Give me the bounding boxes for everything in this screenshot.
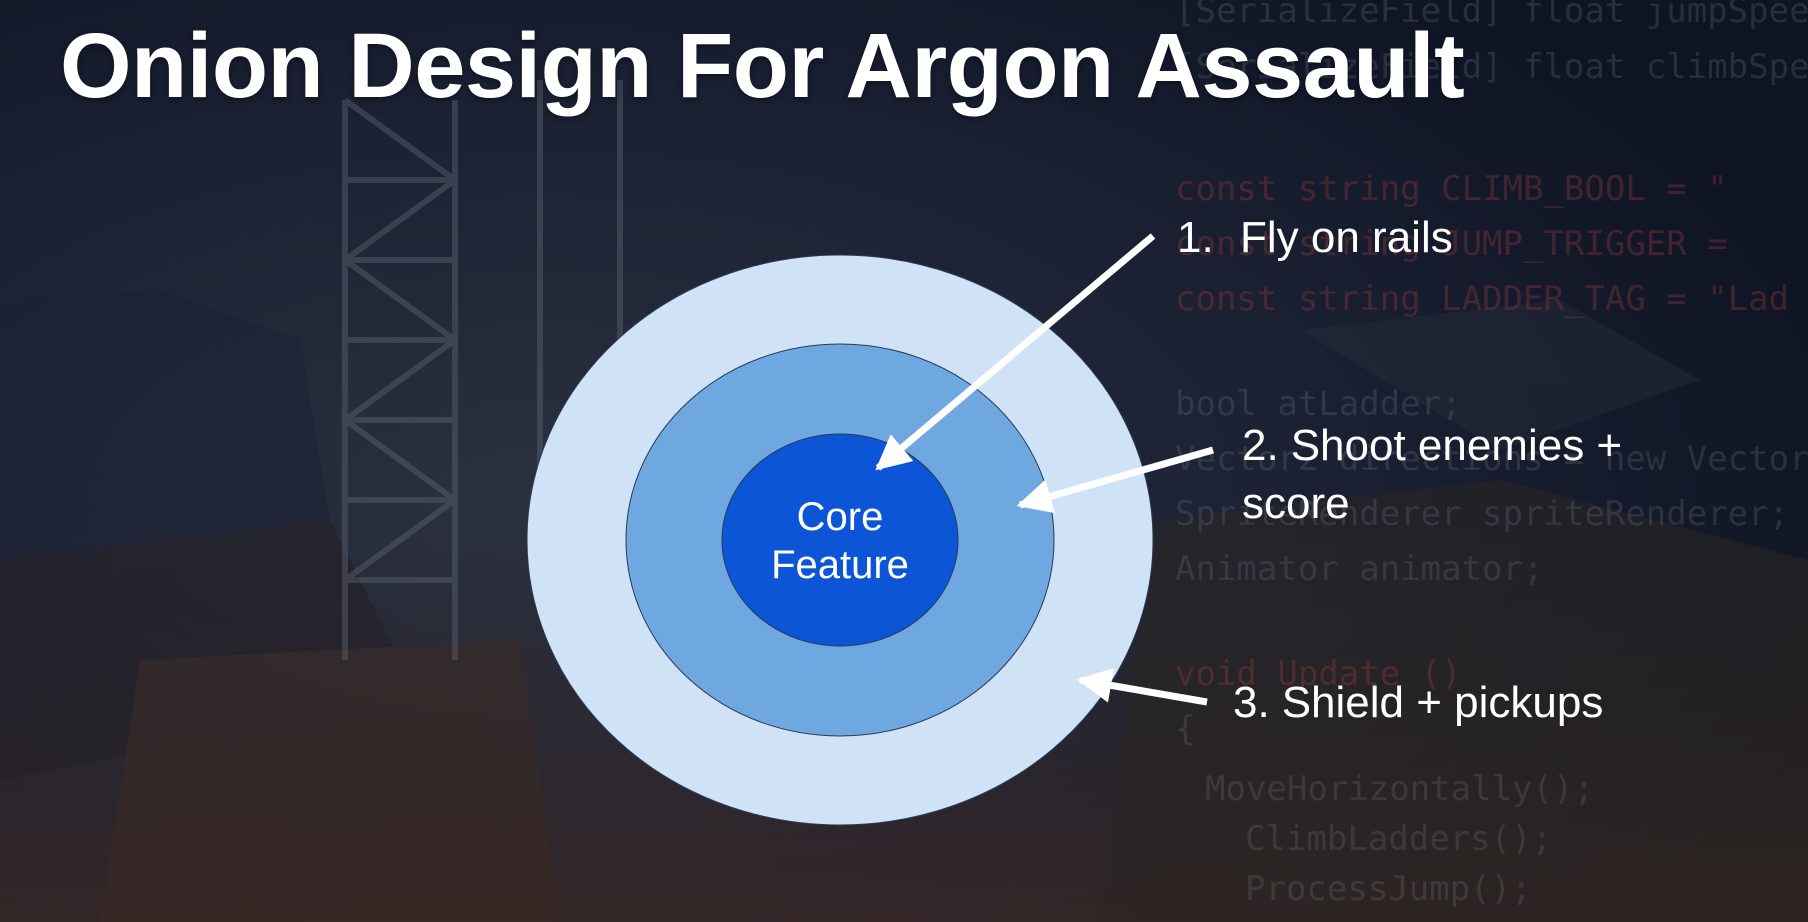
core-label-line-2: Feature — [771, 543, 909, 587]
item-1-number: 1. — [1177, 213, 1214, 262]
slide-title: Onion Design For Argon Assault — [60, 15, 1465, 117]
item-1-label: Fly on rails — [1240, 213, 1453, 262]
background-code-line: ProcessJump(); — [1245, 869, 1532, 909]
background-code-line: const string CLIMB_BOOL = " — [1175, 169, 1728, 209]
item-2-label-line-1: Shoot enemies + — [1291, 421, 1622, 470]
background-code-line: ClimbLadders(); — [1245, 819, 1552, 859]
core-layer-circle — [721, 433, 959, 647]
background-code-line: const string LADDER_TAG = "Lad — [1175, 279, 1789, 319]
background-code-line: MoveHorizontally(); — [1205, 769, 1594, 809]
background-code-line: Animator animator; — [1175, 549, 1543, 589]
slide-canvas: [SerializeField] float jumpSpee[Serializ… — [0, 0, 1808, 922]
core-label-line-1: Core — [797, 495, 884, 539]
item-2-number: 2. — [1242, 421, 1279, 470]
background-code-line: bool atLadder; — [1175, 384, 1462, 424]
item-2-label-line-2: score — [1242, 479, 1350, 528]
item-3-label: Shield + pickups — [1282, 678, 1604, 727]
background-code-line: { — [1175, 709, 1195, 749]
item-3-number: 3. — [1233, 678, 1270, 727]
